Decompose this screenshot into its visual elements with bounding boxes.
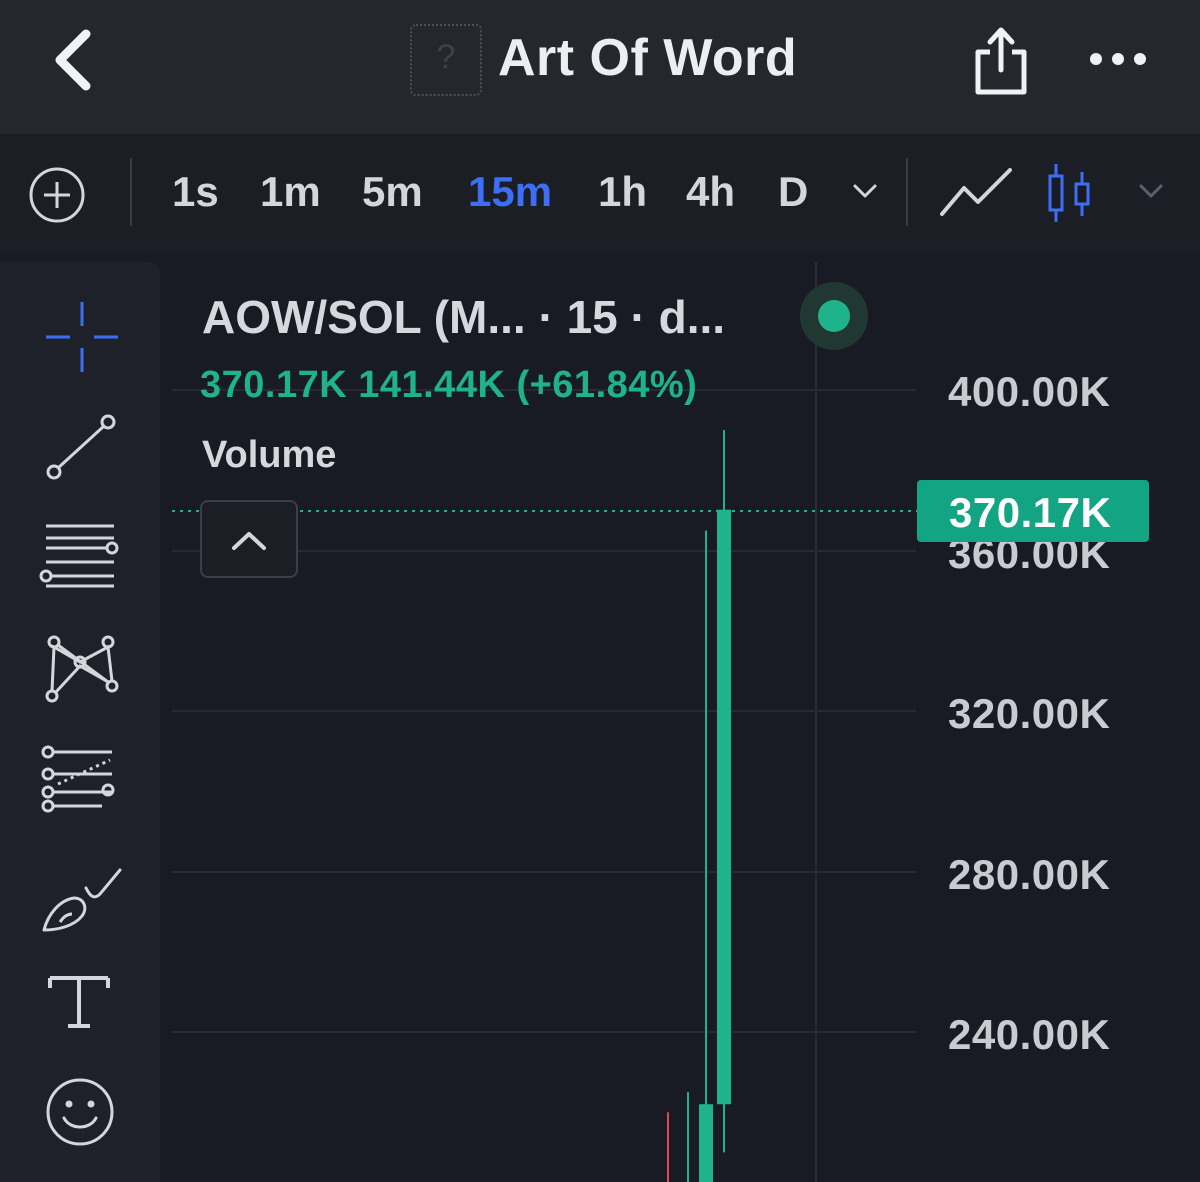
live-status-dot [800, 282, 868, 350]
candle-body [717, 509, 731, 1105]
current-price-badge: 370.17K [917, 480, 1149, 542]
y-axis-tick: 320.00K [948, 690, 1111, 737]
volume-indicator-label[interactable]: Volume [202, 434, 336, 477]
y-axis-tick: 280.00K [948, 851, 1111, 898]
y-axis-tick: 400.00K [948, 368, 1111, 415]
y-axis-tick: 240.00K [948, 1011, 1111, 1058]
candles-group [667, 430, 731, 1182]
chart-symbol-title[interactable]: AOW/SOL (M... · 15 · d... [202, 290, 725, 344]
chevron-up-icon [232, 532, 266, 550]
current-price-label: 370.17K [949, 489, 1112, 536]
candle-body [699, 1104, 713, 1182]
collapse-legend-button[interactable] [200, 500, 298, 578]
price-chart [172, 262, 918, 1182]
ohlc-price-change: 370.17K 141.44K (+61.84%) [200, 364, 698, 406]
